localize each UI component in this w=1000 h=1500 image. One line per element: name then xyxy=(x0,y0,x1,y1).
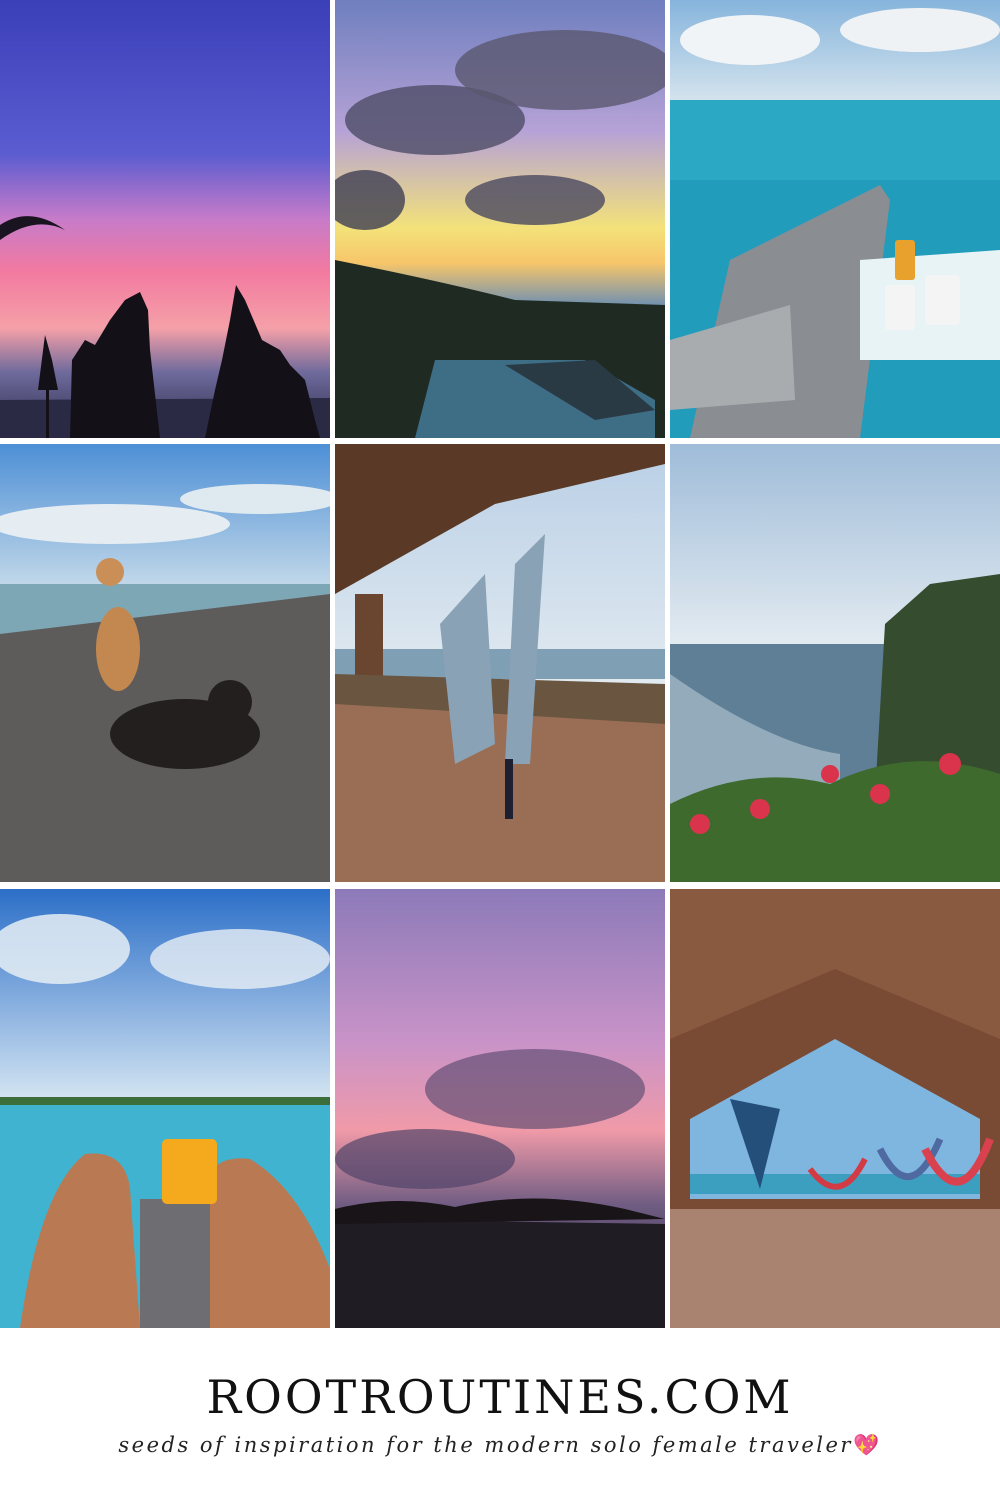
photo-cloudy-sunset-pool xyxy=(335,0,665,438)
photo-pink-sunset xyxy=(335,889,665,1328)
photo-poolside-loungers xyxy=(670,0,1000,438)
tagline: seeds of inspiration for the modern solo… xyxy=(0,1433,1000,1458)
photo-cliff-ocean xyxy=(670,444,1000,882)
heart-icon: 💖 xyxy=(852,1433,882,1457)
photo-beach-dogs xyxy=(0,444,330,882)
tagline-text: seeds of inspiration for the modern solo… xyxy=(118,1433,853,1457)
photo-aerial-yoga xyxy=(335,444,665,882)
photo-sunset-temple xyxy=(0,0,330,438)
photo-pool-drink xyxy=(0,889,330,1328)
site-title: ROOTROUTINES.COM xyxy=(206,1370,794,1424)
photo-grid xyxy=(0,0,1000,1330)
photo-yoga-pavilion xyxy=(670,889,1000,1328)
footer: ROOTROUTINES.COM seeds of inspiration fo… xyxy=(0,1330,1000,1500)
